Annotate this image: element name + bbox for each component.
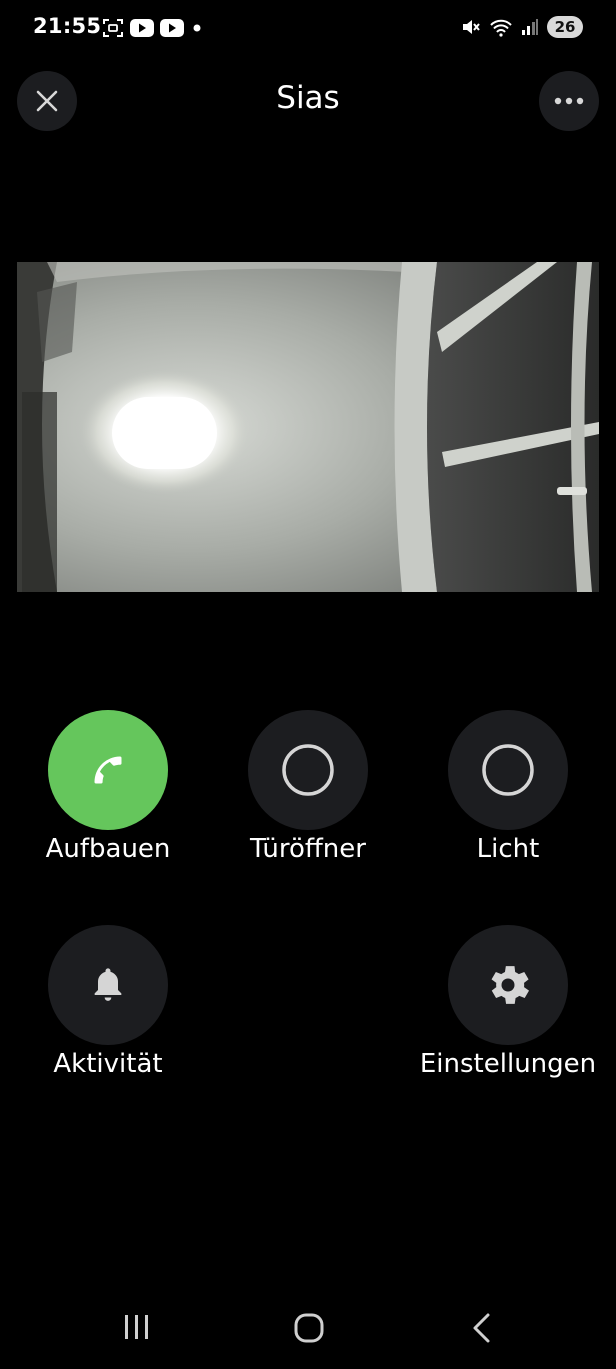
action-label: Türöffner: [250, 834, 366, 864]
home-icon[interactable]: [293, 1312, 325, 1344]
more-icon: [554, 97, 584, 105]
status-right-icons: 26: [461, 16, 583, 38]
circle-icon: [282, 744, 334, 796]
recent-apps-icon[interactable]: [122, 1314, 152, 1340]
aktivitaet-button[interactable]: [48, 925, 168, 1045]
einstellungen-button[interactable]: [448, 925, 568, 1045]
action-label: Aufbauen: [45, 834, 171, 864]
page-title: Sias: [276, 80, 340, 116]
mute-icon: [463, 20, 480, 34]
camera-image: [17, 262, 599, 592]
circle-icon: [482, 744, 534, 796]
action-label: Licht: [476, 834, 540, 864]
gear-icon: [491, 966, 530, 1004]
action-label: Einstellungen: [419, 1049, 597, 1079]
action-aktivitaet[interactable]: Aktivität: [8, 925, 208, 1079]
action-licht[interactable]: Licht: [408, 710, 608, 864]
action-aufbauen[interactable]: Aufbauen: [8, 710, 208, 864]
phone-icon: [94, 756, 122, 784]
screenshot-icon: [103, 19, 123, 37]
youtube-icon: [160, 19, 184, 37]
wifi-icon: [490, 19, 512, 37]
aufbauen-button[interactable]: [48, 710, 168, 830]
system-navigation-bar: [0, 1290, 616, 1369]
back-icon[interactable]: [470, 1312, 494, 1344]
tueroeffner-button[interactable]: [248, 710, 368, 830]
signal-icon: [522, 19, 538, 35]
licht-button[interactable]: [448, 710, 568, 830]
action-tueroeffner[interactable]: Türöffner: [208, 710, 408, 864]
action-label: Aktivität: [53, 1049, 163, 1079]
status-left-icons: [102, 18, 204, 38]
action-einstellungen[interactable]: Einstellungen: [408, 925, 608, 1079]
status-time: 21:55: [33, 14, 102, 38]
battery-indicator: 26: [547, 16, 583, 38]
more-options-button[interactable]: [539, 71, 599, 131]
live-camera-feed[interactable]: [17, 262, 599, 592]
youtube-icon: [130, 19, 154, 37]
dot-icon: [193, 24, 201, 32]
bell-icon: [94, 968, 122, 1001]
